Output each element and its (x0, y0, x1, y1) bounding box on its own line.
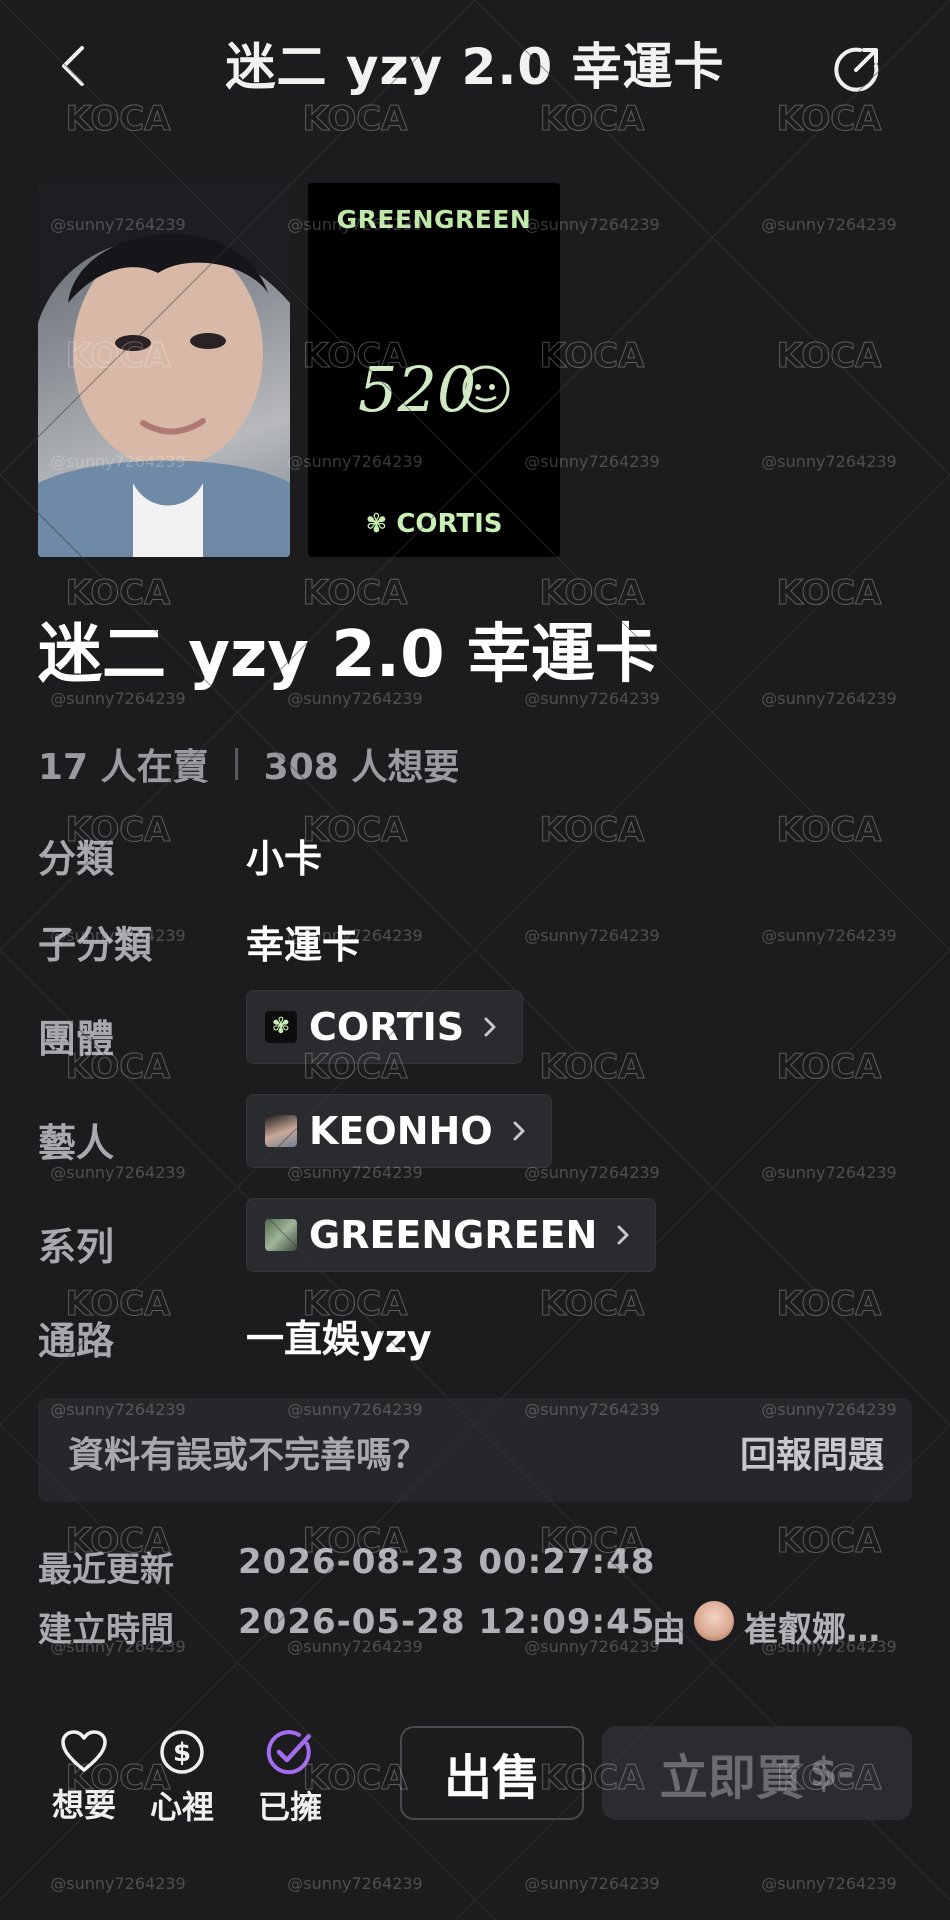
doodle-face-icon (462, 365, 510, 413)
report-box: 資料有誤或不完善嗎？ 回報問題 (38, 1398, 912, 1502)
watermark-handle: @sunny7264239 (287, 1874, 422, 1893)
report-question: 資料有誤或不完善嗎？ (68, 1435, 429, 1476)
buy-now-button[interactable]: 立即買 $- (602, 1726, 912, 1820)
sell-button[interactable]: 出售 (400, 1726, 584, 1820)
created-label: 建立時間 (38, 1610, 174, 1650)
nav-title: 迷二 yzy 2.0 幸運卡 (225, 38, 725, 96)
cortis-logo-icon: ✾ (365, 509, 388, 539)
wishlist-label: 心裡 (149, 1788, 214, 1826)
watermark-brand: KOCA (777, 1284, 883, 1324)
watermark-brand: KOCA (540, 573, 646, 613)
chevron-right-icon (484, 1017, 496, 1037)
updated-value: 2026-08-23 00:27:48 (238, 1542, 656, 1582)
chevron-left-icon (62, 46, 84, 86)
chevron-right-icon (617, 1225, 629, 1245)
updated-label: 最近更新 (38, 1550, 174, 1590)
watermark-brand: KOCA (303, 573, 409, 613)
share-icon (834, 47, 879, 92)
want-label: 想要 (51, 1786, 116, 1824)
owned-tab[interactable]: 已擁 (242, 1728, 338, 1828)
channel-value: 一直娛yzy (246, 1317, 432, 1361)
artist-label: 藝人 (38, 1121, 115, 1165)
watermark-brand: KOCA (540, 810, 646, 850)
series-label: 系列 (38, 1225, 115, 1269)
heart-icon (61, 1730, 107, 1772)
series-chip[interactable]: GREENGREEN (246, 1198, 657, 1272)
watermark-brand: KOCA (777, 810, 883, 850)
watermark-brand: KOCA (540, 1047, 646, 1087)
portrait-illustration (38, 183, 290, 557)
watermark-handle: @sunny7264239 (524, 926, 659, 945)
card-front-image[interactable] (38, 183, 290, 557)
artist-avatar (265, 1115, 297, 1147)
creator-name[interactable]: 崔叡娜… (744, 1602, 880, 1651)
stats-bar: 17 人在賣 308 人想要 (38, 738, 459, 790)
watermark-brand: KOCA (777, 99, 883, 139)
cortis-group-icon: ✾ (265, 1011, 297, 1043)
series-chip-label: GREENGREEN (309, 1213, 598, 1257)
category-value: 小卡 (246, 837, 323, 881)
watermark-handle: @sunny7264239 (524, 1874, 659, 1893)
group-chip-label: CORTIS (309, 1005, 465, 1049)
watermark-handle: @sunny7264239 (761, 1163, 896, 1182)
want-tab[interactable]: 想要 (36, 1728, 132, 1826)
watermark-handle: @sunny7264239 (761, 452, 896, 471)
report-issue-link[interactable]: 回報問題 (740, 1426, 884, 1478)
chevron-right-icon (513, 1121, 525, 1141)
watermark-brand: KOCA (66, 573, 172, 613)
card-back-image[interactable]: GREENGREEN 520 ✾ CORTIS (308, 183, 560, 557)
series-thumbnail (265, 1219, 297, 1251)
subcategory-value: 幸運卡 (246, 923, 361, 967)
buy-now-label: 立即買 (659, 1750, 804, 1806)
card-back-brand-text: CORTIS (396, 509, 503, 539)
channel-label: 通路 (38, 1319, 115, 1363)
watermark-handle: @sunny7264239 (50, 1874, 185, 1893)
selling-count: 17 人在賣 (38, 747, 209, 788)
watermark-brand: KOCA (777, 573, 883, 613)
card-back-brand: ✾ CORTIS (308, 509, 560, 539)
wanting-count: 308 人想要 (263, 747, 460, 788)
creator-avatar[interactable] (694, 1601, 734, 1641)
share-button[interactable] (826, 40, 886, 100)
artist-chip-label: KEONHO (309, 1109, 493, 1153)
group-label: 團體 (38, 1017, 115, 1061)
product-title: 迷二 yzy 2.0 幸運卡 (38, 618, 659, 692)
watermark-brand: KOCA (303, 99, 409, 139)
watermark-handle: @sunny7264239 (761, 926, 896, 945)
watermark-brand: KOCA (777, 336, 883, 376)
dollar-circle-icon: $ (160, 1730, 204, 1774)
watermark-handle: @sunny7264239 (761, 1874, 896, 1893)
back-button[interactable] (44, 36, 104, 96)
watermark-handle: @sunny7264239 (761, 215, 896, 234)
watermark-brand: KOCA (540, 1284, 646, 1324)
stats-divider (234, 748, 238, 780)
artist-chip[interactable]: KEONHO (246, 1094, 552, 1168)
svg-text:$: $ (173, 1738, 191, 1768)
created-value: 2026-05-28 12:09:45 (238, 1602, 656, 1642)
owned-label: 已擁 (257, 1788, 322, 1826)
buy-price: $- (809, 1750, 855, 1796)
watermark-brand: KOCA (777, 1521, 883, 1561)
check-circle-icon (266, 1730, 312, 1775)
wishlist-tab[interactable]: $ 心裡 (134, 1728, 230, 1828)
card-back-title: GREENGREEN (336, 205, 532, 234)
category-label: 分類 (38, 837, 115, 881)
watermark-brand: KOCA (540, 99, 646, 139)
watermark-brand: KOCA (777, 1047, 883, 1087)
watermark-brand: KOCA (66, 99, 172, 139)
group-chip[interactable]: ✾ CORTIS (246, 990, 524, 1064)
subcategory-label: 子分類 (38, 923, 153, 967)
created-by-label: 由 (652, 1610, 686, 1650)
